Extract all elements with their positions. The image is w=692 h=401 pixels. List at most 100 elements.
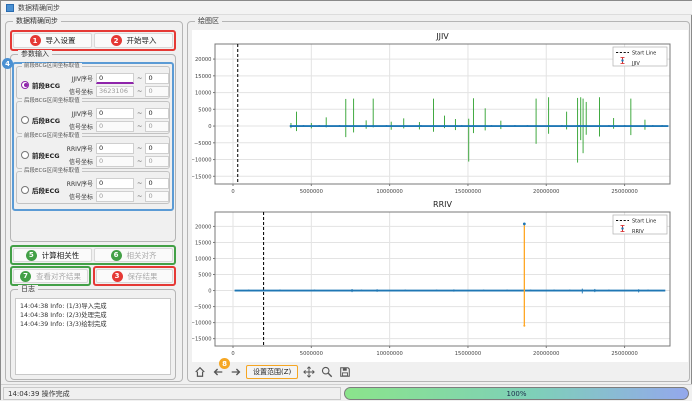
- svg-text:20000000: 20000000: [533, 189, 559, 195]
- svg-text:10000: 10000: [195, 91, 212, 97]
- rriv-index-from-input[interactable]: [96, 143, 134, 154]
- bcg-front-radio-label: 前段BCG: [32, 80, 60, 90]
- tilde-label: ~: [137, 109, 142, 117]
- import-settings-button[interactable]: 1 导入设置: [13, 33, 92, 48]
- svg-text:0: 0: [231, 189, 234, 195]
- tilde-label: ~: [137, 122, 142, 130]
- save-figure-button[interactable]: [337, 364, 352, 379]
- rriv-chart[interactable]: RRIV050000001000000015000000200000002500…: [192, 196, 688, 362]
- radio-circle-icon: [21, 186, 29, 194]
- svg-text:−15000: −15000: [192, 337, 212, 343]
- forward-button[interactable]: [228, 364, 243, 379]
- svg-text:0: 0: [208, 289, 211, 295]
- jjiv-chart[interactable]: JJIV050000001000000015000000200000002500…: [192, 30, 688, 196]
- jjiv-index-to-input[interactable]: [145, 73, 169, 84]
- save-result-label: 保存结果: [128, 271, 158, 282]
- compute-correlation-button[interactable]: 5 计算相关性: [13, 248, 92, 262]
- step-badge-1: 1: [30, 35, 41, 46]
- signal-coord-from-input[interactable]: [96, 121, 134, 132]
- rriv-index-label: RRIV序号: [65, 179, 93, 188]
- ecg-front-radio[interactable]: 前段ECG: [21, 150, 65, 160]
- svg-text:10000000: 10000000: [376, 351, 402, 357]
- svg-text:RRIV: RRIV: [433, 200, 452, 209]
- svg-text:0: 0: [208, 124, 211, 130]
- bcg-front-section-title: 前段BCG区间坐标取值: [22, 63, 82, 70]
- progress-label: 100%: [506, 390, 526, 398]
- set-range-button[interactable]: 设置范围(Z): [246, 365, 298, 379]
- svg-text:15000: 15000: [195, 240, 212, 246]
- title-bar: 数据精确同步: [1, 1, 692, 15]
- svg-text:Start Line: Start Line: [632, 51, 656, 57]
- step-badge-8: 8: [219, 358, 230, 369]
- save-result-group: 3 保存结果: [93, 266, 176, 286]
- bcg-rear-radio[interactable]: 后段BCG: [21, 115, 65, 125]
- save-result-button[interactable]: 3 保存结果: [96, 269, 173, 283]
- step-badge-7: 7: [20, 271, 31, 282]
- bcg-rear-section-title: 后段BCG区间坐标取值: [22, 98, 82, 105]
- param-input-title: 参数输入: [18, 50, 52, 59]
- status-message: 14:04:39 操作完成: [3, 387, 341, 400]
- ecg-front-section: 前段ECG区间坐标取值 前段ECG RRIV序号 ~ 信号坐标: [16, 136, 170, 169]
- zoom-button[interactable]: [319, 364, 334, 379]
- signal-coord-to-input[interactable]: [145, 121, 169, 132]
- tilde-label: ~: [137, 87, 142, 95]
- home-button[interactable]: [192, 364, 207, 379]
- svg-text:−15000: −15000: [192, 174, 212, 180]
- pan-button[interactable]: [301, 364, 316, 379]
- signal-coord-from-input[interactable]: [96, 191, 134, 202]
- svg-text:5000: 5000: [198, 273, 211, 279]
- step-badge-5: 5: [26, 250, 37, 261]
- log-list[interactable]: 14:04:38 Info: (1/3)导入完成 14:04:38 Info: …: [15, 298, 171, 375]
- figure-canvas[interactable]: JJIV050000001000000015000000200000002500…: [192, 30, 688, 362]
- rriv-index-from-input[interactable]: [96, 178, 134, 189]
- rriv-index-label: RRIV序号: [65, 144, 93, 153]
- plot-toolbar: 设置范围(Z): [192, 364, 352, 379]
- signal-coord-from-input[interactable]: [96, 156, 134, 167]
- jjiv-index-from-input[interactable]: [96, 73, 134, 84]
- svg-text:−10000: −10000: [192, 321, 212, 327]
- signal-coord-to-input[interactable]: [145, 156, 169, 167]
- signal-coord-to-input[interactable]: [145, 86, 169, 97]
- svg-text:JJIV: JJIV: [631, 61, 640, 67]
- correlation-align-button[interactable]: 6 相关对齐: [94, 248, 173, 262]
- svg-text:15000: 15000: [195, 74, 212, 80]
- view-result-group: 7 查看对齐结果: [10, 266, 91, 286]
- start-import-button[interactable]: 2 开始导入: [94, 33, 173, 48]
- svg-text:−10000: −10000: [192, 158, 212, 164]
- rriv-index-to-input[interactable]: [145, 178, 169, 189]
- jjiv-index-to-input[interactable]: [145, 108, 169, 119]
- plot-panel-title: 绘图区: [195, 17, 222, 26]
- svg-text:5000: 5000: [198, 107, 211, 113]
- svg-text:15000000: 15000000: [455, 189, 481, 195]
- sync-panel-title: 数据精确同步: [13, 17, 61, 26]
- svg-text:5000000: 5000000: [300, 351, 323, 357]
- bcg-front-radio[interactable]: 前段BCG: [21, 80, 65, 90]
- param-annotation-box: 前段BCG区间坐标取值 前段BCG JJIV序号 ~ 信号坐标: [12, 62, 174, 211]
- import-settings-label: 导入设置: [46, 35, 76, 46]
- signal-coord-label: 信号坐标: [65, 87, 93, 96]
- ecg-rear-section: 后段ECG区间坐标取值 后段ECG RRIV序号 ~ 信号坐标: [16, 171, 170, 204]
- log-line: 14:04:39 Info: (3/3)绘制完成: [20, 320, 166, 329]
- view-align-result-button[interactable]: 7 查看对齐结果: [13, 269, 88, 283]
- radio-circle-icon: [21, 151, 29, 159]
- tilde-label: ~: [137, 144, 142, 152]
- svg-text:25000000: 25000000: [611, 351, 637, 357]
- correlation-align-label: 相关对齐: [127, 250, 157, 261]
- signal-coord-to-input[interactable]: [145, 191, 169, 202]
- ecg-rear-radio[interactable]: 后段ECG: [21, 185, 65, 195]
- jjiv-index-from-input[interactable]: [96, 108, 134, 119]
- ecg-front-section-title: 前段ECG区间坐标取值: [22, 133, 82, 140]
- svg-text:10000: 10000: [195, 256, 212, 262]
- import-group: 1 导入设置 2 开始导入: [10, 30, 176, 51]
- svg-text:0: 0: [231, 351, 234, 357]
- set-range-label: 设置范围(Z): [253, 367, 291, 377]
- rriv-index-to-input[interactable]: [145, 143, 169, 154]
- signal-coord-from-input[interactable]: [96, 86, 134, 97]
- tilde-label: ~: [137, 192, 142, 200]
- step-badge-4: 4: [2, 58, 13, 69]
- ecg-front-radio-label: 前段ECG: [32, 150, 60, 160]
- window-title: 数据精确同步: [18, 3, 60, 13]
- sync-panel: 数据精确同步 1 导入设置 2 开始导入 参数输入 前段BCG区间坐标取值 前段…: [5, 21, 183, 382]
- status-bar: 14:04:39 操作完成 100%: [1, 384, 692, 401]
- tilde-label: ~: [137, 179, 142, 187]
